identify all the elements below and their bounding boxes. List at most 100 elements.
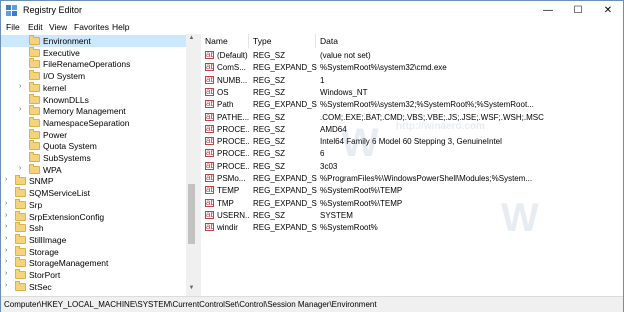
tree-item[interactable]: › StillImage (1, 233, 187, 246)
expand-chevron-icon[interactable]: › (5, 223, 13, 230)
tree-item[interactable]: Power (1, 128, 187, 141)
folder-icon (29, 105, 40, 116)
title-bar[interactable]: Registry Editor — ☐ ✕ (1, 1, 623, 20)
menu-help[interactable]: Help (112, 22, 129, 32)
menu-edit[interactable]: Edit (28, 22, 43, 32)
value-name: PATHE... (217, 112, 249, 122)
expand-chevron-icon[interactable]: › (19, 106, 27, 113)
window-title: Registry Editor (23, 5, 83, 15)
string-value-icon: ab (205, 51, 214, 59)
tree-item[interactable]: NamespaceSeparation (1, 116, 187, 129)
string-value-icon: ab (205, 149, 214, 158)
tree-item-label: Memory Management (43, 106, 126, 117)
tree-item[interactable]: SQMServiceList (1, 187, 187, 199)
value-type: REG_SZ (253, 124, 286, 134)
tree-item[interactable]: › SrpExtensionConfig (1, 210, 187, 223)
tree-item-label: Ssh (29, 223, 44, 234)
tree-item[interactable]: I/O System (1, 70, 187, 82)
column-header-data[interactable]: Data (316, 34, 623, 48)
tree-item[interactable]: › StorPort (1, 269, 187, 281)
tree-item-label: StorageManagement (29, 258, 109, 269)
tree-item[interactable]: KnownDLLs (1, 93, 187, 106)
tree-item-label: Power (43, 129, 68, 140)
value-data: Windows_NT (320, 87, 368, 97)
tree-item-label: StSec (29, 281, 52, 292)
registry-value-row[interactable]: abPSMo... REG_EXPAND_SZ%ProgramFiles%\Win… (201, 173, 623, 185)
minimize-button[interactable]: — (533, 1, 563, 20)
tree-item[interactable]: › StorageManagement (1, 257, 187, 269)
folder-icon (15, 187, 26, 198)
tree-item[interactable]: › Srp (1, 198, 187, 211)
maximize-button[interactable]: ☐ (563, 1, 593, 20)
string-value-icon: ab (205, 210, 214, 219)
tree-item[interactable]: › Memory Management (1, 105, 187, 117)
tree-item[interactable]: Quota System (1, 140, 187, 152)
expand-chevron-icon[interactable]: › (5, 235, 13, 242)
folder-icon (15, 198, 26, 209)
expand-chevron-icon[interactable]: › (19, 165, 27, 172)
menu-favorites[interactable]: Favorites (74, 22, 109, 32)
tree-item[interactable]: Executive (1, 46, 187, 59)
tree-item[interactable]: › Storage (1, 245, 187, 258)
registry-value-row[interactable]: ab(Default) REG_SZ (value not set) (201, 50, 623, 62)
tree-scrollbar[interactable]: ▲ ▼ (186, 34, 197, 296)
tree-item[interactable]: › kernel (1, 81, 187, 94)
folder-icon (29, 128, 40, 139)
column-header-name[interactable]: Name (201, 34, 249, 48)
folder-icon (29, 35, 40, 45)
value-data: %ProgramFiles%\WindowsPowerShell\Modules… (320, 174, 533, 183)
expand-chevron-icon[interactable]: › (5, 258, 13, 265)
scrollbar-thumb[interactable] (188, 184, 195, 244)
registry-key-tree[interactable]: Environment Executive FileRenameOperations… (1, 34, 197, 296)
registry-value-row[interactable]: abNUMB... REG_SZ 1 (201, 75, 623, 87)
tree-item[interactable]: › SNMP (1, 175, 187, 187)
value-type: REG_SZ (253, 149, 286, 159)
registry-value-row[interactable]: abPROCE...REG_SZIntel64 Family 6 Model 6… (201, 136, 623, 148)
expand-chevron-icon[interactable]: › (5, 247, 13, 254)
minimize-icon: — (543, 5, 553, 16)
menu-view[interactable]: View (49, 22, 67, 32)
folder-icon (15, 175, 26, 186)
registry-value-row[interactable]: abTMP REG_EXPAND_SZ%SystemRoot%\TEMP (201, 198, 623, 210)
string-value-icon: ab (205, 223, 214, 232)
registry-value-row[interactable]: abPROCE...REG_SZ6 (201, 148, 623, 160)
tree-item[interactable]: › WPA (1, 163, 187, 176)
expand-chevron-icon[interactable]: › (19, 83, 27, 90)
registry-value-row[interactable]: abTEMP REG_EXPAND_SZ%SystemRoot%\TEMP (201, 185, 623, 197)
expand-chevron-icon[interactable]: › (5, 200, 13, 207)
value-name: ComS... (217, 63, 246, 73)
menu-bar: File Edit View Favorites Help (1, 20, 623, 34)
value-type: REG_SZ (253, 112, 286, 122)
tree-item[interactable]: FileRenameOperations (1, 58, 187, 70)
registry-value-row[interactable]: abOS REG_SZ Windows_NT (201, 87, 623, 99)
expand-chevron-icon[interactable]: › (5, 212, 13, 219)
value-name: PROCE... (217, 137, 249, 147)
registry-value-row[interactable]: abComS... REG_EXPAND_SZ%SystemRoot%\syste… (201, 62, 623, 74)
tree-item[interactable]: › Ssh (1, 222, 187, 234)
folder-icon (29, 70, 40, 81)
value-type: REG_SZ (253, 51, 286, 60)
close-button[interactable]: ✕ (593, 1, 623, 20)
expand-chevron-icon[interactable]: › (5, 282, 13, 289)
value-name: (Default) (217, 51, 248, 60)
tree-item-label: KnownDLLs (43, 94, 89, 105)
scroll-down-icon[interactable]: ▼ (186, 285, 197, 295)
column-header-type[interactable]: Type (249, 34, 316, 48)
tree-item[interactable]: › StSec (1, 280, 187, 293)
value-type: REG_SZ (253, 75, 286, 85)
tree-item-label: Executive (43, 47, 80, 58)
registry-value-row[interactable]: abPath REG_EXPAND_SZ%SystemRoot%\system32… (201, 99, 623, 111)
registry-value-row[interactable]: abwindir REG_EXPAND_SZ%SystemRoot% (201, 222, 623, 234)
tree-item[interactable]: SubSystems (1, 152, 187, 164)
registry-value-row[interactable]: abUSERN... REG_SZ SYSTEM (201, 210, 623, 222)
string-value-icon: ab (205, 174, 214, 182)
folder-icon (29, 58, 40, 69)
menu-file[interactable]: File (6, 22, 20, 32)
expand-chevron-icon[interactable]: › (5, 270, 13, 277)
tree-item[interactable]: Environment (1, 35, 187, 47)
value-type: REG_EXPAND_SZ (253, 100, 317, 110)
registry-value-row[interactable]: abPROCE...REG_SZ3c03 (201, 161, 623, 173)
string-value-icon: ab (205, 124, 214, 133)
scroll-up-icon[interactable]: ▲ (186, 35, 197, 45)
expand-chevron-icon[interactable]: › (5, 176, 13, 183)
